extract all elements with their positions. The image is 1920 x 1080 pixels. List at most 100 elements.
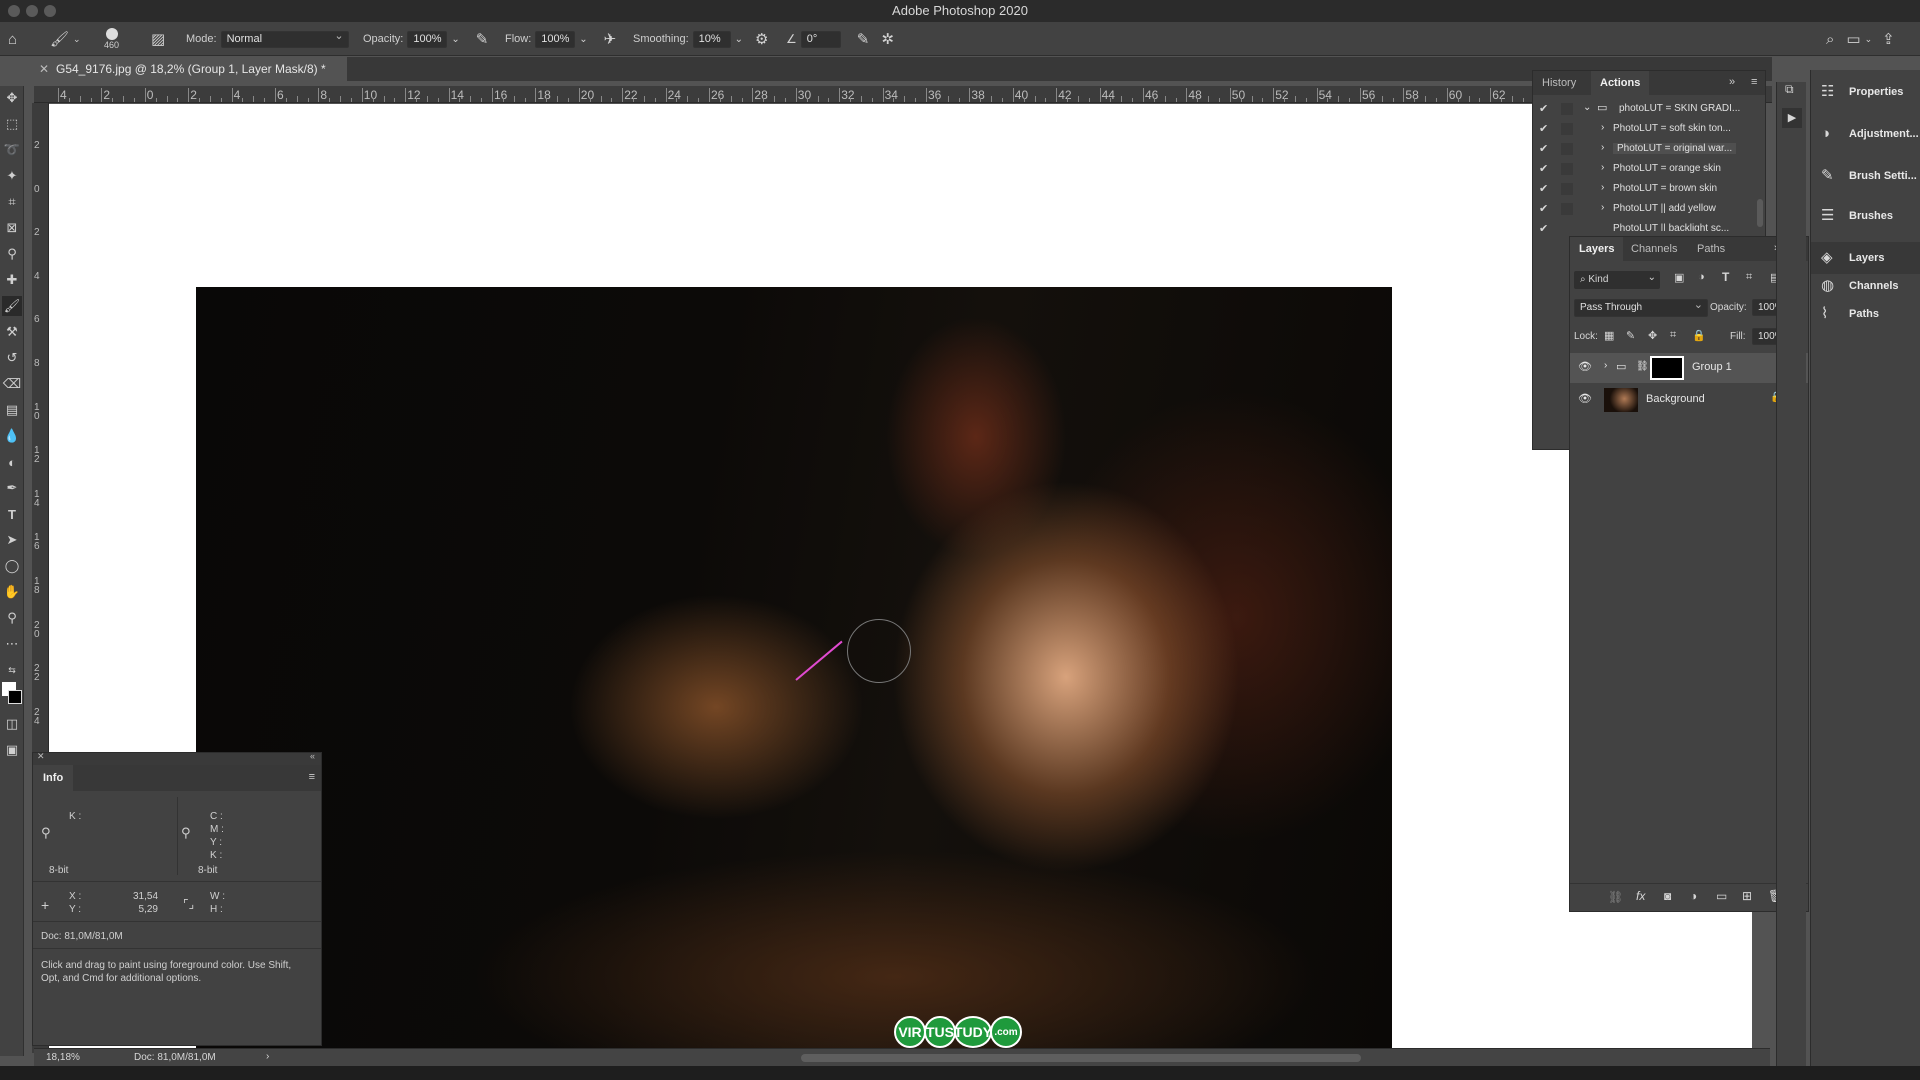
close-icon[interactable]: ✕ (37, 751, 45, 762)
workspace-chevron-icon[interactable]: ⌄ (1865, 34, 1873, 45)
eraser-tool-icon[interactable]: ⌫ (2, 374, 22, 394)
search-icon[interactable]: ⌕ (1826, 31, 1834, 48)
chevron-right-icon[interactable]: › (1601, 162, 1604, 173)
lock-artboard-icon[interactable]: ⌗ (1670, 329, 1676, 342)
dialog-toggle[interactable] (1561, 203, 1573, 215)
check-icon[interactable]: ✔ (1539, 222, 1548, 231)
smoothing-dropdown-icon[interactable]: ⌄ (735, 34, 743, 45)
pressure-opacity-icon[interactable]: ✎ (476, 30, 489, 48)
close-icon[interactable]: ✕ (39, 57, 49, 81)
dialog-toggle[interactable] (1561, 163, 1573, 175)
ellipse-tool-icon[interactable]: ◯ (2, 556, 22, 576)
minimize-window-button[interactable] (26, 5, 38, 17)
chevron-right-icon[interactable]: › (1601, 122, 1604, 133)
tab-info[interactable]: Info (33, 765, 74, 791)
opacity-input[interactable]: 100% (407, 30, 448, 48)
lock-position-icon[interactable]: ✥ (1648, 329, 1657, 342)
dialog-toggle[interactable] (1561, 143, 1573, 155)
hand-tool-icon[interactable]: ✋ (2, 582, 22, 602)
chevron-down-icon[interactable]: ⌄ (73, 34, 81, 45)
gear-icon[interactable]: ⚙ (755, 30, 768, 48)
brush-preview-icon[interactable] (105, 28, 118, 40)
chevron-right-icon[interactable]: › (1601, 142, 1604, 153)
layer-filter-select[interactable]: ⌕ Kind ⌄ (1574, 271, 1660, 289)
flow-dropdown-icon[interactable]: ⌄ (579, 34, 587, 45)
path-selection-tool-icon[interactable]: ➤ (2, 530, 22, 550)
smoothing-input[interactable]: 10% (692, 30, 731, 48)
lock-all-icon[interactable]: 🔒 (1692, 329, 1706, 342)
symmetry-icon[interactable]: ✲ (881, 30, 894, 48)
gradient-tool-icon[interactable]: ▤ (2, 400, 22, 420)
dialog-toggle[interactable] (1561, 183, 1573, 195)
tab-channels[interactable]: Channels (1622, 237, 1686, 261)
filter-shape-icon[interactable]: ⌗ (1746, 271, 1752, 284)
eye-icon[interactable]: 👁 (1578, 360, 1592, 373)
layer-row[interactable]: 👁 Background 🔒 (1570, 385, 1808, 415)
eye-icon[interactable]: 👁 (1578, 392, 1592, 405)
dialog-toggle[interactable] (1561, 103, 1573, 115)
chevron-right-icon[interactable]: › (266, 1051, 269, 1062)
history-panel-icon[interactable]: ⧉ (1785, 82, 1794, 97)
panel-brushes[interactable]: ☰ Brushes (1811, 200, 1920, 232)
check-icon[interactable]: ✔ (1539, 102, 1548, 115)
action-row[interactable]: ✔ PhotoLUT || backlight sc... (1533, 219, 1765, 231)
lasso-tool-icon[interactable]: ➰ (2, 140, 22, 160)
actions-scrollbar[interactable] (1757, 199, 1763, 227)
swap-colors-icon[interactable]: ⇆ (2, 660, 22, 680)
tab-paths[interactable]: Paths (1688, 237, 1734, 261)
horizontal-scrollbar[interactable] (801, 1054, 1361, 1062)
chevron-right-icon[interactable]: › (1601, 202, 1604, 213)
lock-transparent-icon[interactable]: ▦ (1604, 329, 1614, 342)
mode-select[interactable]: Normal (220, 29, 349, 48)
pressure-size-icon[interactable]: ✎ (857, 30, 870, 48)
link-layers-icon[interactable]: ⛓ (1608, 890, 1623, 904)
play-action-icon[interactable]: ▶ (1782, 108, 1802, 128)
panel-brush-settings[interactable]: ✎ Brush Setti... (1811, 160, 1920, 192)
blur-tool-icon[interactable]: 💧 (2, 426, 22, 446)
chevron-right-icon[interactable]: › (1601, 182, 1604, 193)
home-icon[interactable]: ⌂ (8, 31, 17, 48)
background-color-swatch[interactable] (8, 690, 22, 704)
zoom-window-button[interactable] (44, 5, 56, 17)
magic-wand-tool-icon[interactable]: ✦ (2, 166, 22, 186)
layer-mask-thumbnail[interactable] (1650, 356, 1684, 380)
adjustment-layer-icon[interactable]: ◑ (1690, 889, 1697, 903)
quick-mask-icon[interactable]: ◫ (2, 714, 22, 734)
screen-mode-icon[interactable]: ▣ (2, 740, 22, 760)
brush-settings-panel-icon[interactable]: ▨ (151, 30, 165, 48)
more-tools-icon[interactable]: ⋯ (2, 634, 22, 654)
pen-tool-icon[interactable]: ✒ (2, 478, 22, 498)
eyedropper-tool-icon[interactable]: ⚲ (2, 244, 22, 264)
angle-input[interactable]: 0° (800, 30, 841, 48)
share-icon[interactable]: ⇪ (1882, 30, 1895, 48)
tab-layers[interactable]: Layers (1570, 237, 1624, 261)
frame-tool-icon[interactable]: ⊠ (2, 218, 22, 238)
filter-adjustment-icon[interactable]: ◑ (1698, 271, 1705, 283)
layer-thumbnail[interactable] (1604, 388, 1638, 412)
panel-properties[interactable]: ☷ Properties (1811, 76, 1920, 108)
zoom-level[interactable]: 18,18% (46, 1052, 80, 1063)
chevron-right-icon[interactable]: › (1604, 360, 1607, 371)
info-panel-header[interactable]: ✕ « (33, 751, 321, 765)
dodge-tool-icon[interactable]: ◐ (2, 452, 22, 472)
brush-tool-icon[interactable]: 🖌 (2, 296, 22, 316)
flow-input[interactable]: 100% (535, 30, 576, 48)
filter-pixel-icon[interactable]: ▣ (1674, 271, 1684, 284)
new-group-icon[interactable]: ▭ (1716, 889, 1727, 903)
brush-tool-preset-icon[interactable]: 🖌 (50, 30, 69, 48)
chevron-down-icon[interactable]: ⌄ (1583, 102, 1591, 113)
action-row[interactable]: ✔ › PhotoLUT = soft skin ton... (1533, 119, 1765, 139)
check-icon[interactable]: ✔ (1539, 182, 1548, 195)
dialog-toggle[interactable] (1561, 123, 1573, 135)
panel-menu-icon[interactable]: ≡ (309, 771, 315, 783)
move-tool-icon[interactable]: ✥ (2, 88, 22, 108)
document-tab[interactable]: ✕ G54_9176.jpg @ 18,2% (Group 1, Layer M… (32, 57, 347, 81)
blend-mode-select[interactable]: Pass Through (1574, 297, 1708, 317)
close-window-button[interactable] (8, 5, 20, 17)
crop-tool-icon[interactable]: ⌗ (2, 192, 22, 212)
action-set-row[interactable]: ✔ ⌄ ▭ photoLUT = SKIN GRADI... (1533, 99, 1765, 119)
opacity-dropdown-icon[interactable]: ⌄ (451, 34, 459, 45)
action-row[interactable]: ✔ › PhotoLUT = original war... (1533, 139, 1765, 159)
clone-stamp-tool-icon[interactable]: ⚒ (2, 322, 22, 342)
panel-adjustments[interactable]: ◑ Adjustment... (1811, 118, 1920, 150)
